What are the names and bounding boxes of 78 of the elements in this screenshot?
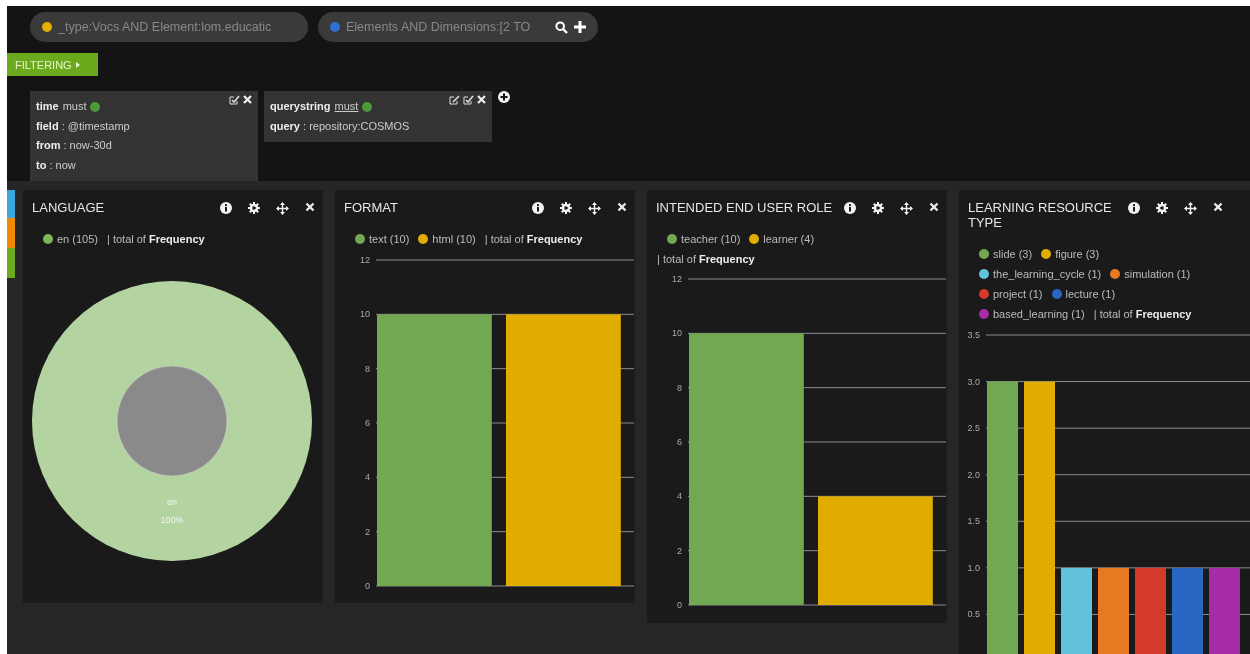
axis-tick-label: 10 bbox=[672, 328, 682, 339]
axis-tick-label: 1.5 bbox=[967, 516, 980, 527]
filter-field: query : repository:COSMOS bbox=[270, 116, 410, 136]
legend-label[interactable]: figure (3) bbox=[1055, 244, 1100, 264]
close-icon[interactable] bbox=[477, 95, 486, 104]
axis-tick-label: 4 bbox=[365, 472, 370, 483]
settings-icon[interactable] bbox=[248, 202, 260, 214]
legend-total: | total of Frequency bbox=[107, 232, 205, 247]
filter-mode[interactable]: must bbox=[334, 97, 359, 117]
axis-tick-label: 1.0 bbox=[967, 562, 980, 573]
checkbox-icon[interactable] bbox=[229, 95, 240, 105]
close-icon[interactable] bbox=[243, 95, 252, 104]
filter-field: to : now bbox=[36, 155, 76, 175]
query-text: Elements AND Dimensions:[2 TO bbox=[346, 20, 532, 34]
move-icon[interactable] bbox=[900, 202, 913, 215]
legend-label[interactable]: text (10) bbox=[369, 229, 410, 249]
filter-field: field : @timestamp bbox=[36, 116, 130, 136]
move-icon[interactable] bbox=[1184, 202, 1197, 215]
panel-title: INTENDED END USER ROLE bbox=[656, 200, 834, 215]
legend-label[interactable]: simulation (1) bbox=[1124, 264, 1191, 284]
axis-tick-label: 3.5 bbox=[967, 330, 980, 340]
legend-label[interactable]: en (105) bbox=[57, 229, 98, 249]
settings-icon[interactable] bbox=[560, 202, 572, 214]
legend-total: | total of Frequency bbox=[484, 232, 583, 247]
axis-tick-label: 2.5 bbox=[967, 423, 980, 434]
caret-icon bbox=[75, 61, 80, 68]
info-icon[interactable] bbox=[220, 202, 232, 214]
settings-icon[interactable] bbox=[872, 202, 884, 214]
filter-mode: must bbox=[62, 99, 87, 114]
legend-label[interactable]: project (1) bbox=[993, 284, 1043, 304]
legend-label[interactable]: teacher (10) bbox=[681, 229, 741, 249]
axis-tick-label: 12 bbox=[672, 274, 682, 284]
axis-tick-label: 6 bbox=[365, 418, 370, 428]
panel-title: FORMAT bbox=[344, 200, 399, 215]
filter-name: querystring bbox=[270, 99, 331, 114]
panel-title: LANGUAGE bbox=[32, 200, 106, 215]
legend-label[interactable]: html (10) bbox=[432, 229, 476, 249]
axis-tick-label: 3.0 bbox=[967, 376, 980, 387]
legend-label[interactable]: slide (3) bbox=[993, 244, 1033, 264]
settings-icon[interactable] bbox=[1156, 202, 1168, 214]
close-icon[interactable] bbox=[1213, 202, 1223, 212]
edit-icon[interactable] bbox=[449, 95, 460, 105]
query-text: _type:Vocs AND Element:lom.educatic bbox=[58, 20, 273, 34]
axis-tick-label: 0.5 bbox=[967, 609, 980, 620]
close-icon[interactable] bbox=[617, 202, 627, 212]
slice-label: en bbox=[167, 497, 177, 507]
info-icon[interactable] bbox=[844, 202, 856, 214]
filter-field: from : now-30d bbox=[36, 136, 112, 156]
axis-tick-label: 12 bbox=[360, 255, 370, 265]
axis-tick-label: 2 bbox=[365, 526, 370, 537]
panel-title: LEARNING RESOURCE TYPE bbox=[968, 200, 1113, 230]
legend-total: | total of Frequency bbox=[1093, 307, 1192, 322]
search-icon[interactable] bbox=[555, 20, 568, 34]
move-icon[interactable] bbox=[588, 202, 601, 215]
close-icon[interactable] bbox=[929, 202, 939, 212]
checkbox-icon[interactable] bbox=[463, 95, 474, 105]
info-icon[interactable] bbox=[1128, 202, 1140, 214]
axis-tick-label: 4 bbox=[677, 491, 682, 502]
axis-tick-label: 2.0 bbox=[967, 469, 980, 480]
axis-tick-label: 8 bbox=[677, 382, 682, 393]
legend-label[interactable]: the_learning_cycle (1) bbox=[993, 264, 1102, 284]
filter-name: time bbox=[36, 99, 59, 114]
axis-tick-label: 0 bbox=[677, 600, 682, 610]
legend-label[interactable]: based_learning (1) bbox=[993, 304, 1085, 324]
move-icon[interactable] bbox=[276, 202, 289, 215]
axis-tick-label: 2 bbox=[677, 545, 682, 556]
axis-tick-label: 0 bbox=[365, 581, 370, 591]
axis-tick-label: 6 bbox=[677, 437, 682, 447]
axis-tick-label: 10 bbox=[360, 309, 370, 320]
legend-total: | total of Frequency bbox=[657, 252, 755, 267]
add-filter-icon[interactable] bbox=[498, 91, 510, 103]
legend-label[interactable]: learner (4) bbox=[763, 229, 815, 249]
axis-tick-label: 8 bbox=[365, 363, 370, 374]
info-icon[interactable] bbox=[532, 202, 544, 214]
slice-value: 100% bbox=[160, 515, 184, 525]
legend-label[interactable]: lecture (1) bbox=[1065, 284, 1116, 304]
add-icon[interactable] bbox=[574, 21, 586, 33]
close-icon[interactable] bbox=[305, 202, 315, 212]
